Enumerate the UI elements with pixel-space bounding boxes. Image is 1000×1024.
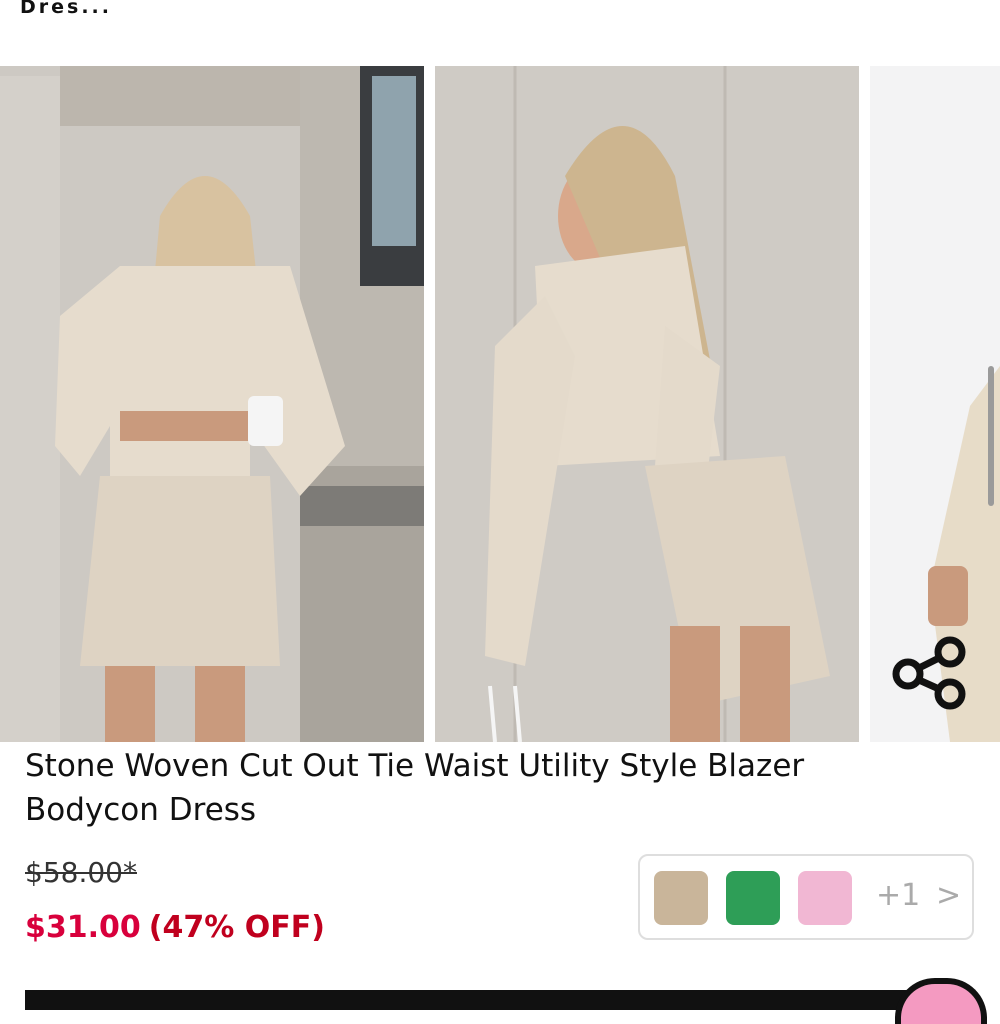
discount-label: (47% OFF) [148, 910, 325, 945]
product-title: Stone Woven Cut Out Tie Waist Utility St… [25, 748, 805, 828]
add-to-bag-button[interactable] [25, 990, 975, 1010]
product-photo-1 [0, 66, 424, 742]
gallery-scrollbar[interactable] [988, 366, 994, 506]
page-title: Dres... [20, 0, 112, 18]
swatch-green[interactable] [726, 871, 780, 925]
more-colors-count[interactable]: +1 [876, 878, 920, 913]
sale-price-row: $31.00 (47% OFF) [25, 910, 325, 945]
top-header: Dres... [0, 0, 1000, 66]
product-image-2[interactable] [435, 66, 859, 742]
swatch-stone[interactable] [654, 871, 708, 925]
original-price: $58.00* [25, 856, 137, 889]
floating-action-icon[interactable] [895, 978, 987, 1024]
product-image-gallery[interactable] [0, 66, 1000, 742]
share-icon[interactable] [890, 632, 972, 714]
color-swatch-selector[interactable]: +1 > [638, 854, 974, 940]
chevron-right-icon[interactable]: > [936, 878, 961, 913]
swatch-pink[interactable] [798, 871, 852, 925]
product-image-1[interactable] [0, 66, 424, 742]
product-photo-2 [435, 66, 859, 742]
sale-price: $31.00 [25, 910, 141, 945]
